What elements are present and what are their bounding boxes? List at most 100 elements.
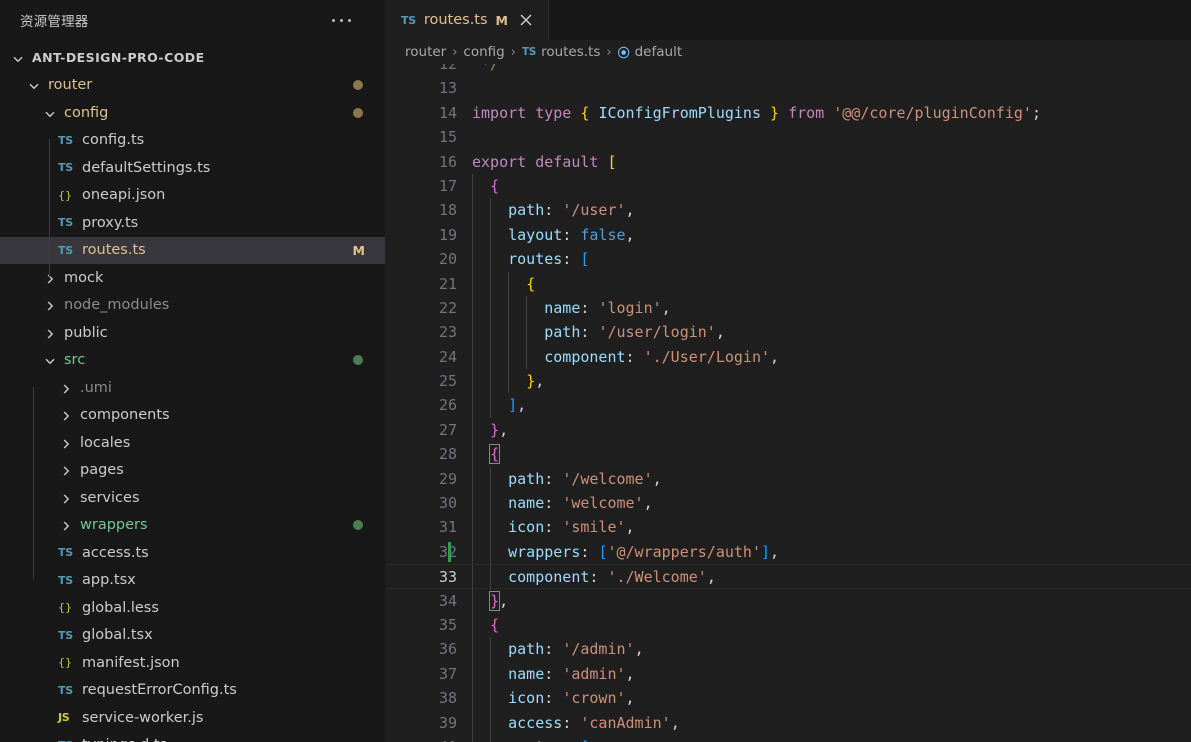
code-token: name <box>508 664 545 683</box>
chevron-right-icon[interactable] <box>42 297 58 313</box>
code-line[interactable]: 30 name: 'welcome', <box>385 491 1191 516</box>
tree-file-manifest-json[interactable]: {} manifest.json <box>0 649 385 677</box>
tree-folder-config[interactable]: config <box>0 99 385 127</box>
breadcrumb-item-router[interactable]: router <box>405 44 446 60</box>
tree-folder-locales[interactable]: locales <box>0 429 385 457</box>
chevron-right-icon[interactable] <box>58 490 74 506</box>
tree-folder-node-modules[interactable]: node_modules <box>0 292 385 320</box>
code-line[interactable]: 26 ], <box>385 393 1191 418</box>
tree-folder-ant-design-pro-code[interactable]: ANT-DESIGN-PRO-CODE <box>0 44 385 72</box>
ts-file-icon: TS <box>58 243 73 257</box>
code-token: component <box>508 568 590 587</box>
chevron-down-icon[interactable] <box>10 50 26 66</box>
code-token: : <box>544 469 563 488</box>
tree-folder-public[interactable]: public <box>0 319 385 347</box>
code-editor[interactable]: 12 */ 13 14 import type { IConfigFromPlugin… <box>385 64 1191 742</box>
chevron-right-icon[interactable] <box>58 380 74 396</box>
code-line[interactable]: 12 */ <box>385 64 1191 76</box>
code-token: : <box>625 347 644 366</box>
explorer-sidebar: 资源管理器 ANT-DESIGN-PRO-CODE router config TS c… <box>0 0 385 742</box>
tree-file-config-ts[interactable]: TS config.ts <box>0 127 385 155</box>
breadcrumb-item-default[interactable]: ⦿ default <box>618 44 683 61</box>
code-line[interactable]: 19 layout: false, <box>385 222 1191 248</box>
code-line-text: routes: [ <box>472 735 589 742</box>
code-line[interactable]: 27 }, <box>385 417 1191 443</box>
tree-item-label: node_modules <box>64 297 170 314</box>
tree-indent-guide <box>49 139 50 277</box>
line-number: 23 <box>438 323 457 342</box>
line-number: 36 <box>438 640 457 659</box>
code-line[interactable]: 28 { <box>385 442 1191 467</box>
tree-folder-wrappers[interactable]: wrappers <box>0 512 385 540</box>
code-line[interactable]: 14 import type { IConfigFromPlugins } fro… <box>385 101 1191 125</box>
code-line[interactable]: 22 name: 'login', <box>385 295 1191 321</box>
chevron-right-icon[interactable] <box>58 435 74 451</box>
tab-label: routes.ts <box>423 12 488 28</box>
code-line[interactable]: 21 { <box>385 271 1191 296</box>
code-token: { <box>490 176 500 195</box>
chevron-down-icon[interactable] <box>42 105 58 121</box>
code-line[interactable]: 15 <box>385 125 1191 149</box>
ellipsis-icon[interactable] <box>332 18 351 22</box>
tree-folder-pages[interactable]: pages <box>0 457 385 485</box>
code-line[interactable]: 20 routes: [ <box>385 247 1191 272</box>
code-line[interactable]: 24 component: './User/Login', <box>385 344 1191 370</box>
code-line[interactable]: 23 path: '/user/login', <box>385 320 1191 345</box>
tree-file-defaultsettings-ts[interactable]: TS defaultSettings.ts <box>0 154 385 182</box>
code-line[interactable]: 38 icon: 'crown', <box>385 686 1191 711</box>
chevron-right-icon[interactable] <box>58 407 74 423</box>
breadcrumb-item-routes-ts[interactable]: TS routes.ts <box>522 44 600 60</box>
tab-routes-ts[interactable]: TS routes.ts M <box>385 0 549 40</box>
chevron-right-icon[interactable] <box>42 270 58 286</box>
chevron-right-icon[interactable] <box>58 517 74 533</box>
code-line[interactable]: 34 }, <box>385 588 1191 613</box>
code-token: } <box>489 590 501 611</box>
code-line[interactable]: 16 export default [ <box>385 150 1191 174</box>
code-token: , <box>670 713 680 732</box>
code-line[interactable]: 29 path: '/welcome', <box>385 466 1191 492</box>
code-line[interactable]: 18 path: '/user', <box>385 198 1191 223</box>
chevron-right-icon[interactable] <box>42 325 58 341</box>
code-line[interactable]: 35 { <box>385 612 1191 638</box>
tree-file-oneapi-json[interactable]: {} oneapi.json <box>0 182 385 210</box>
chevron-down-icon[interactable] <box>26 77 42 93</box>
tree-folder-src[interactable]: src <box>0 347 385 375</box>
code-line[interactable]: 36 path: '/admin', <box>385 637 1191 662</box>
code-line[interactable]: 25 }, <box>385 369 1191 394</box>
tree-file-app-tsx[interactable]: TS app.tsx <box>0 567 385 595</box>
code-token: '/user/login' <box>598 323 716 342</box>
tree-file-proxy-ts[interactable]: TS proxy.ts <box>0 209 385 237</box>
code-line[interactable]: 33 component: './Welcome', <box>385 564 1191 590</box>
code-token: ; <box>1031 103 1041 122</box>
tree-folder-umi[interactable]: .umi <box>0 374 385 402</box>
tree-file-global-tsx[interactable]: TS global.tsx <box>0 622 385 650</box>
tree-file-access-ts[interactable]: TS access.ts <box>0 539 385 567</box>
tree-folder-services[interactable]: services <box>0 484 385 512</box>
tree-file-global-less[interactable]: {} global.less <box>0 594 385 622</box>
tree-folder-components[interactable]: components <box>0 402 385 430</box>
close-icon[interactable] <box>516 10 536 30</box>
code-line[interactable]: 37 name: 'admin', <box>385 661 1191 687</box>
chevron-right-icon[interactable] <box>58 462 74 478</box>
code-line[interactable]: 31 icon: 'smile', <box>385 515 1191 540</box>
code-line[interactable]: 39 access: 'canAdmin', <box>385 710 1191 735</box>
tree-folder-router[interactable]: router <box>0 72 385 100</box>
tree-file-service-worker-js[interactable]: JS service-worker.js <box>0 704 385 732</box>
code-lines: 12 */ 13 14 import type { IConfigFromPlugin… <box>385 64 1191 742</box>
tree-file-routes-ts[interactable]: TS routes.ts M <box>0 236 385 264</box>
tree-file-requesterrorconfig-ts[interactable]: TS requestErrorConfig.ts <box>0 677 385 705</box>
breadcrumb-separator-icon: › <box>452 44 458 60</box>
code-line[interactable]: 32 wrappers: ['@/wrappers/auth'], <box>385 539 1191 565</box>
breadcrumb-item-config[interactable]: config <box>463 44 504 60</box>
code-line[interactable]: 13 <box>385 76 1191 100</box>
tree-folder-mock[interactable]: mock <box>0 264 385 292</box>
code-line[interactable]: 40 routes: [ <box>385 734 1191 742</box>
code-line[interactable]: 17 { <box>385 173 1191 199</box>
line-number: 33 <box>438 568 457 587</box>
chevron-down-icon[interactable] <box>42 352 58 368</box>
tree-file-typings-d-ts[interactable]: TStypings.d.ts <box>0 732 385 742</box>
